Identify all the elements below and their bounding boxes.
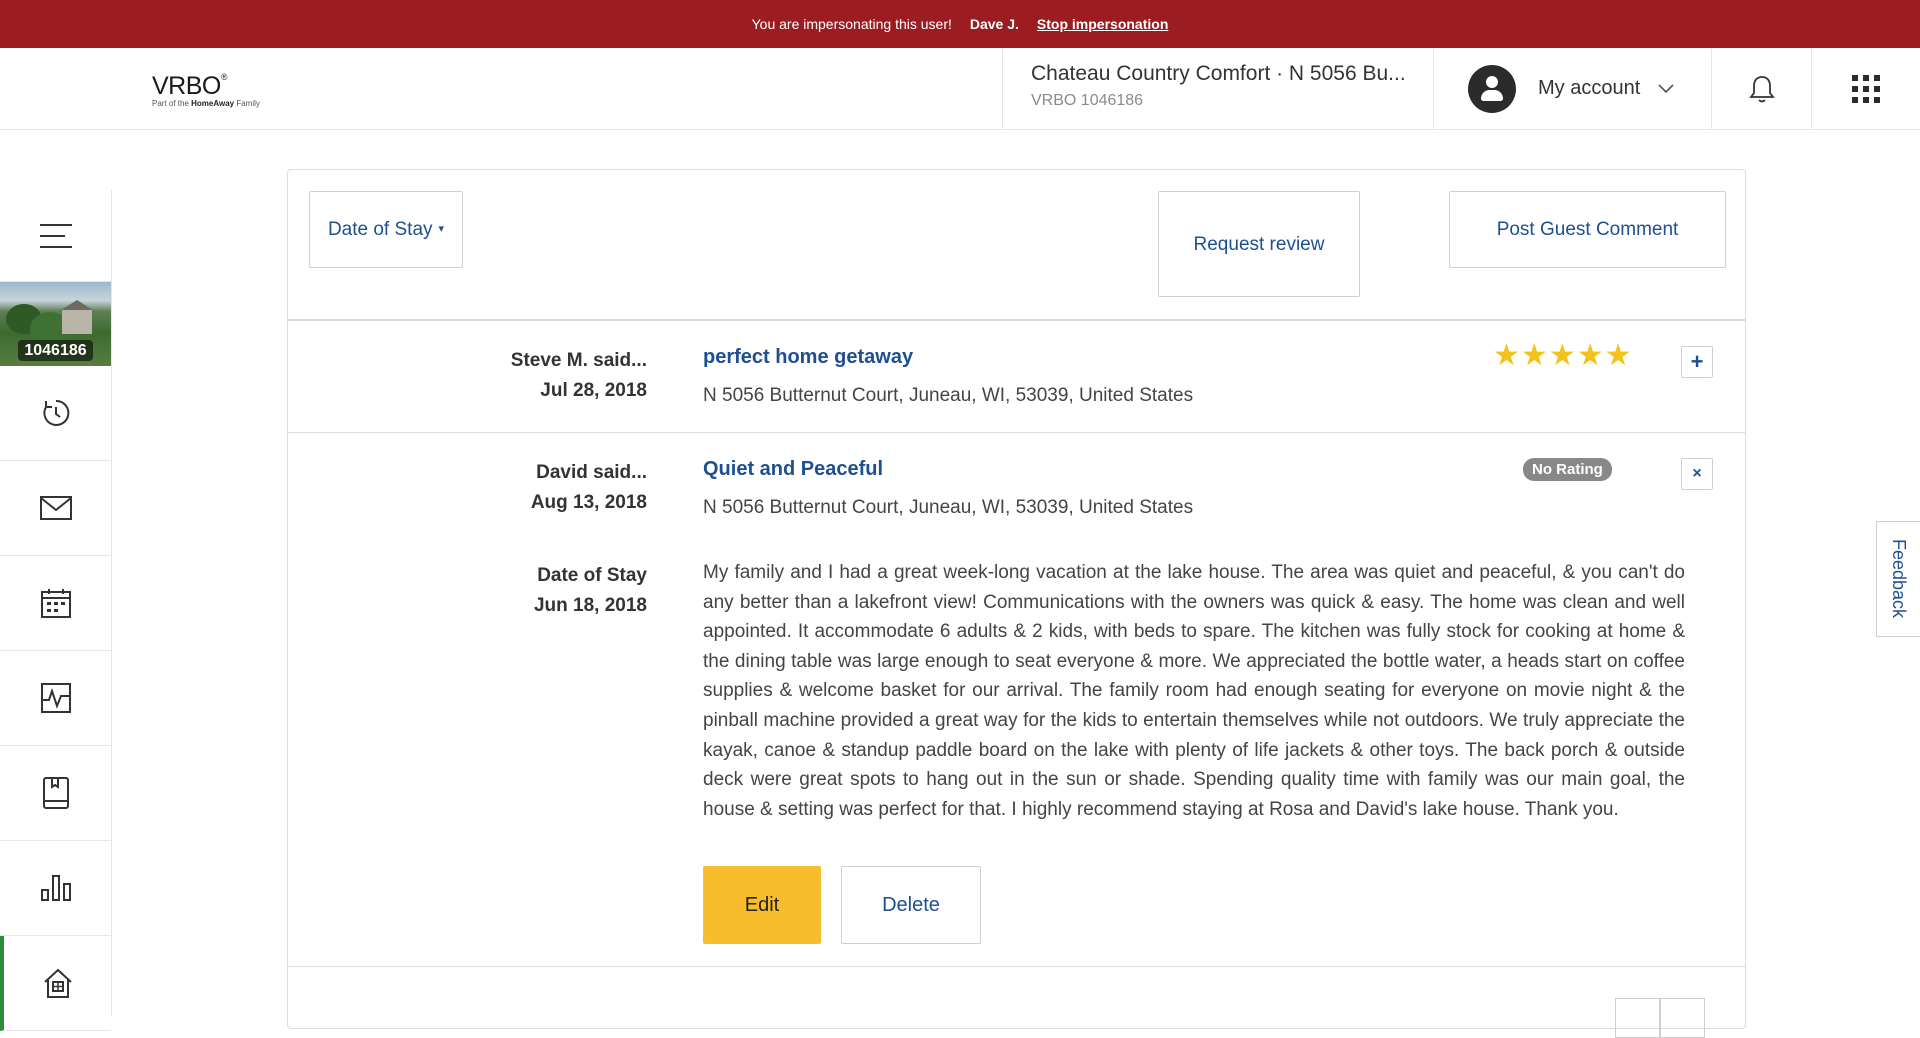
expand-review-button[interactable]: + <box>1681 346 1713 378</box>
hamburger-icon <box>39 223 72 248</box>
sidebar-item-activity[interactable] <box>0 366 111 461</box>
avatar-icon <box>1468 64 1516 113</box>
apps-grid-button[interactable] <box>1811 48 1920 129</box>
star-icon: ★ <box>1520 339 1548 372</box>
review-title[interactable]: perfect home getaway <box>703 346 913 369</box>
sidebar-item-performance[interactable] <box>0 651 111 746</box>
thumbnail-label: 1046186 <box>18 340 93 361</box>
account-label: My account <box>1538 77 1641 99</box>
review-title[interactable]: Quiet and Peaceful <box>703 458 883 481</box>
request-review-button[interactable]: Request review <box>1158 191 1360 297</box>
bell-icon <box>1748 75 1775 102</box>
review-date: Aug 13, 2018 <box>530 492 647 513</box>
activity-chart-icon <box>40 683 71 713</box>
feedback-label: Feedback <box>1889 539 1909 619</box>
grid-icon <box>1852 74 1880 103</box>
caret-down-icon: ▾ <box>438 223 445 235</box>
pagination-next-button[interactable] <box>1660 998 1705 1038</box>
stay-date: Jun 18, 2018 <box>533 595 647 616</box>
star-icon: ★ <box>1604 339 1632 372</box>
star-icon: ★ <box>1548 339 1576 372</box>
notifications-button[interactable] <box>1711 48 1811 129</box>
logo-brand: VRBO <box>152 72 221 100</box>
top-header: VRBO® Part of the HomeAway Family Chatea… <box>0 48 1920 130</box>
collapse-review-button[interactable]: × <box>1681 458 1713 490</box>
date-of-stay-dropdown[interactable]: Date of Stay ▾ <box>309 191 463 268</box>
reviewer-name: Steve M. said... <box>510 350 647 371</box>
account-menu[interactable]: My account <box>1433 48 1711 129</box>
sidebar-item-guidebook[interactable] <box>0 746 111 841</box>
review-body: My family and I had a great week-long va… <box>703 562 1685 820</box>
star-icon: ★ <box>1576 339 1604 372</box>
left-sidebar: 1046186 <box>0 190 112 1031</box>
delete-button[interactable]: Delete <box>841 866 981 944</box>
stay-info: Date of Stay Jun 18, 2018 <box>534 561 647 621</box>
sidebar-item-reports[interactable] <box>0 841 111 936</box>
home-icon <box>43 968 72 998</box>
book-icon <box>42 777 69 809</box>
property-thumbnail[interactable]: 1046186 <box>0 282 111 366</box>
stop-impersonation-link[interactable]: Stop impersonation <box>1037 16 1168 32</box>
impersonated-user: Dave J. <box>969 16 1019 32</box>
review-row: Steve M. said... Jul 28, 2018 perfect ho… <box>288 321 1745 433</box>
pagination <box>1615 998 1705 1038</box>
pagination-prev-button[interactable] <box>1615 998 1660 1038</box>
history-icon <box>42 399 69 426</box>
vrbo-logo[interactable]: VRBO® Part of the HomeAway Family <box>152 72 260 108</box>
property-selector[interactable]: Chateau Country Comfort · N 5056 Bu... V… <box>1002 48 1433 129</box>
sidebar-item-calendar[interactable] <box>0 556 111 651</box>
no-rating-badge: No Rating <box>1523 458 1612 481</box>
feedback-tab[interactable]: Feedback <box>1876 521 1920 637</box>
star-icon: ★ <box>1493 339 1520 372</box>
reviews-card: Date of Stay ▾ Request review Post Guest… <box>287 169 1746 1038</box>
chevron-down-icon <box>1658 81 1674 97</box>
logo-tagline: Part of the HomeAway Family <box>152 99 260 108</box>
reviewer-name: David said... <box>536 462 647 483</box>
calendar-icon <box>40 589 71 618</box>
edit-button[interactable]: Edit <box>703 866 821 944</box>
reviewer-info: David said... Aug 13, 2018 <box>531 458 647 518</box>
review-date: Jul 28, 2018 <box>540 380 647 401</box>
impersonation-banner: You are impersonating this user! Dave J.… <box>0 0 1920 48</box>
stay-label: Date of Stay <box>537 565 647 586</box>
review-address: N 5056 Butternut Court, Juneau, WI, 5303… <box>703 497 1194 518</box>
bar-chart-icon <box>40 875 71 901</box>
date-of-stay-label: Date of Stay <box>327 219 433 240</box>
property-id: VRBO 1046186 <box>1031 92 1144 109</box>
reviews-toolbar: Date of Stay ▾ Request review Post Guest… <box>288 170 1745 321</box>
impersonation-message: You are impersonating this user! <box>751 16 952 32</box>
property-name: Chateau Country Comfort · N 5056 Bu... <box>1031 62 1406 85</box>
sidebar-item-inbox[interactable] <box>0 461 111 556</box>
review-address: N 5056 Butternut Court, Juneau, WI, 5303… <box>703 385 1194 406</box>
reviewer-info: Steve M. said... Jul 28, 2018 <box>511 346 647 406</box>
sidebar-item-property[interactable] <box>0 936 111 1031</box>
mail-icon <box>39 496 72 520</box>
star-rating: ★ ★ ★ ★ ★ <box>1493 341 1632 371</box>
review-row: David said... Aug 13, 2018 Quiet and Pea… <box>288 433 1745 967</box>
post-guest-comment-button[interactable]: Post Guest Comment <box>1449 191 1726 268</box>
hamburger-menu-button[interactable] <box>0 190 111 282</box>
